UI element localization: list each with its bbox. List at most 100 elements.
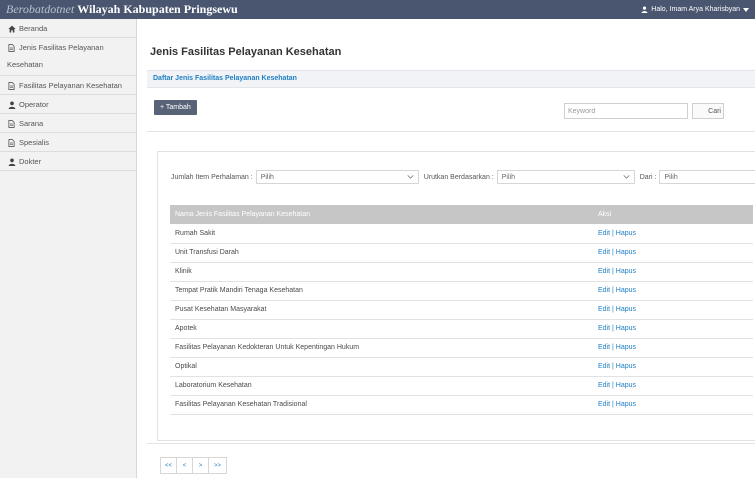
delete-link[interactable]: Hapus [616,382,636,389]
delete-link[interactable]: Hapus [616,306,636,313]
table-row: Optikal Edit | Hapus [170,357,753,377]
sidebar-item-operator[interactable]: Operator [0,95,136,114]
delete-link[interactable]: Hapus [616,287,636,294]
edit-link[interactable]: Edit [598,306,610,313]
column-header-name: Nama Jenis Fasilitas Pelayanan Kesehatan [170,205,598,224]
order-select[interactable]: Pilih [659,170,755,184]
table-header-row: Nama Jenis Fasilitas Pelayanan Kesehatan… [170,205,753,224]
table-row: Tempat Pratik Mandiri Tenaga Kesehatan Ed… [170,281,753,301]
action-separator: | [612,287,614,294]
page-first-button[interactable]: << [161,458,177,473]
document-icon [7,119,16,128]
page-title: Jenis Fasilitas Pelayanan Kesehatan [150,46,342,58]
sort-select[interactable]: Pilih [496,170,635,184]
sidebar-item-fasilitas[interactable]: Fasilitas Pelayanan Kesehatan [0,76,136,95]
sidebar-item-label: Fasilitas Pelayanan Kesehatan [19,81,122,90]
order-label: Dari : [639,173,657,181]
user-icon [7,157,16,166]
edit-link[interactable]: Edit [598,382,610,389]
sidebar-item-label: Operator [19,100,49,109]
document-icon [7,138,16,147]
sidebar: Beranda Jenis Fasilitas Pelayanan Keseha… [0,19,137,478]
sidebar-item-label: Beranda [19,24,48,33]
facility-type-name: Apotek [170,319,598,339]
per-page-select[interactable]: Pilih [255,170,419,184]
action-separator: | [612,344,614,351]
edit-link[interactable]: Edit [598,249,610,256]
action-separator: | [612,249,614,256]
delete-link[interactable]: Hapus [616,363,636,370]
pagination: << < > >> [160,457,227,474]
row-actions: Edit | Hapus [598,338,753,358]
table-row: Apotek Edit | Hapus [170,319,753,339]
facility-type-name: Optikal [170,357,598,377]
row-actions: Edit | Hapus [598,395,753,415]
table-row: Fasilitas Pelayanan Kesehatan Tradisiona… [170,395,753,415]
subtitle-bar: Daftar Jenis Fasilitas Pelayanan Kesehat… [147,70,755,88]
table-row: Rumah Sakit Edit | Hapus [170,224,753,244]
row-actions: Edit | Hapus [598,281,753,301]
filter-bar: Jumlah Item Perhalaman : Pilih Urutkan B… [171,170,755,184]
edit-link[interactable]: Edit [598,325,610,332]
action-separator: | [612,363,614,370]
edit-link[interactable]: Edit [598,363,610,370]
column-header-aksi: Aksi [598,205,753,224]
edit-link[interactable]: Edit [598,230,610,237]
delete-link[interactable]: Hapus [616,249,636,256]
facility-type-name: Tempat Pratik Mandiri Tenaga Kesehatan [170,281,598,301]
user-menu[interactable]: Halo, Imam Arya Kharisbyan [641,0,749,19]
search-input[interactable] [564,103,688,119]
user-greeting: Halo, Imam Arya Kharisbyan [651,6,740,13]
action-separator: | [612,229,614,237]
divider [147,443,755,444]
document-icon [7,81,16,90]
delete-link[interactable]: Hapus [616,230,636,237]
delete-link[interactable]: Hapus [616,325,636,332]
delete-link[interactable]: Hapus [616,401,636,408]
page-subtitle: Daftar Jenis Fasilitas Pelayanan Kesehat… [153,75,297,82]
facility-type-name: Laboratorium Kesehatan [170,376,598,396]
sidebar-item-spesialis[interactable]: Spesialis [0,133,136,152]
sidebar-item-dokter[interactable]: Dokter [0,152,136,171]
page-prev-button[interactable]: < [177,458,193,473]
document-icon [7,43,16,52]
sort-value: Pilih [501,173,515,181]
facility-type-name: Fasilitas Pelayanan Kesehatan Tradisiona… [170,395,598,415]
add-button[interactable]: + Tambah [154,100,197,115]
caret-down-icon [743,7,749,12]
sidebar-item-label: Sarana [19,119,44,128]
facility-type-name: Fasilitas Pelayanan Kedokteran Untuk Kep… [170,338,598,358]
table-row: Unit Transfusi Darah Edit | Hapus [170,243,753,263]
sidebar-item-label: Spesialis [19,138,50,147]
sort-label: Urutkan Berdasarkan : [423,173,494,181]
sidebar-item-jenis-fasilitas[interactable]: Jenis Fasilitas Pelayanan Kesehatan [0,38,136,76]
table-row: Fasilitas Pelayanan Kedokteran Untuk Kep… [170,338,753,358]
page-next-button[interactable]: > [193,458,209,473]
facility-type-name: Pusat Kesehatan Masyarakat [170,300,598,320]
sidebar-item-beranda[interactable]: Beranda [0,19,136,38]
delete-link[interactable]: Hapus [616,268,636,275]
page-last-button[interactable]: >> [209,458,226,473]
row-actions: Edit | Hapus [598,300,753,320]
divider [147,131,755,132]
brand[interactable]: Berobatdotnet Wilayah Kabupaten Pringsew… [0,2,238,17]
table-row: Laboratorium Kesehatan Edit | Hapus [170,376,753,396]
row-actions: Edit | Hapus [598,224,753,244]
action-separator: | [612,268,614,275]
action-separator: | [612,325,614,332]
delete-link[interactable]: Hapus [616,344,636,351]
edit-link[interactable]: Edit [598,287,610,294]
edit-link[interactable]: Edit [598,268,610,275]
edit-link[interactable]: Edit [598,344,610,351]
action-separator: | [612,382,614,389]
row-actions: Edit | Hapus [598,262,753,282]
row-actions: Edit | Hapus [598,243,753,263]
data-table: Nama Jenis Fasilitas Pelayanan Kesehatan… [170,205,753,415]
facility-type-name: Klinik [170,262,598,282]
order-value: Pilih [664,173,678,181]
edit-link[interactable]: Edit [598,401,610,408]
search-button[interactable]: Cari [692,103,724,119]
sidebar-item-sarana[interactable]: Sarana [0,114,136,133]
action-separator: | [612,306,614,313]
row-actions: Edit | Hapus [598,376,753,396]
